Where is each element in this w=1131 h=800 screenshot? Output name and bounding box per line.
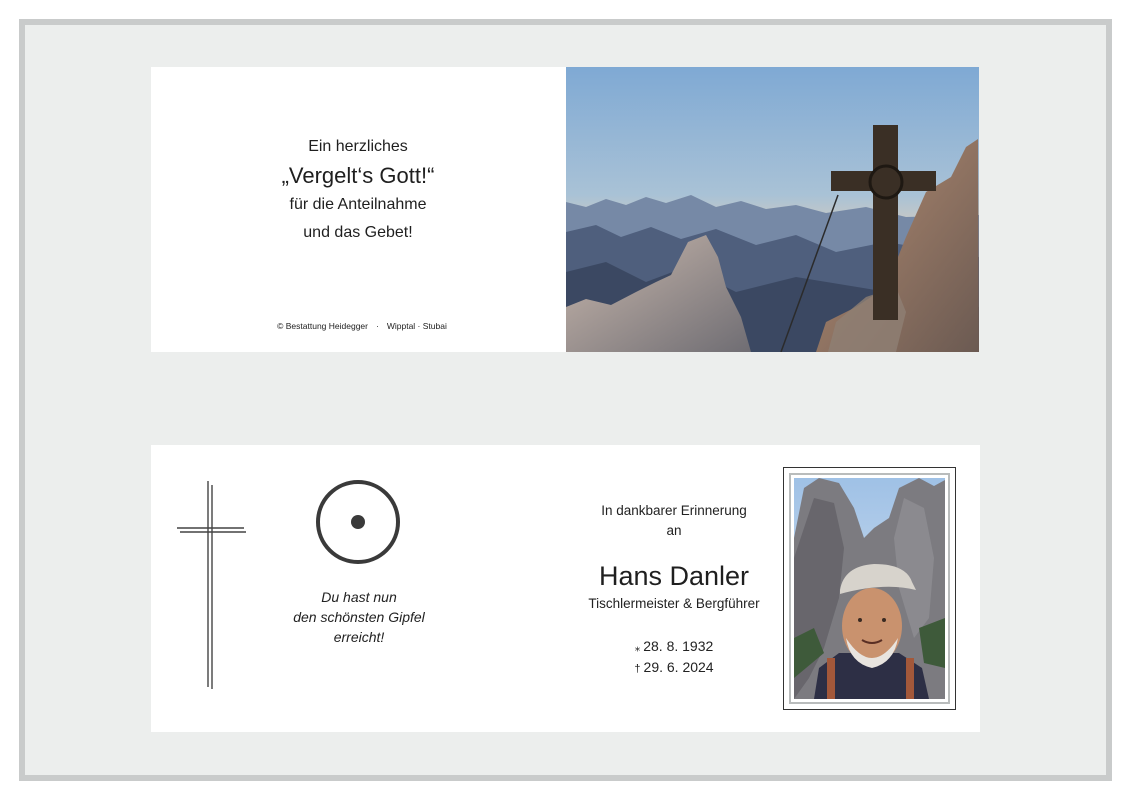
copyright-text: © Bestattung Heidegger bbox=[277, 321, 368, 331]
thanks-line-1: Ein herzliches bbox=[308, 138, 408, 155]
cross-icon bbox=[177, 479, 247, 696]
quote-line-3: erreicht! bbox=[333, 629, 385, 645]
region-text: Wipptal · Stubai bbox=[386, 321, 447, 331]
death-date-line: † 29. 6. 2024 bbox=[571, 658, 777, 679]
birth-symbol: ⁎ bbox=[634, 642, 641, 654]
memorial-quote: Du hast nun den schönsten Gipfel erreich… bbox=[259, 587, 459, 647]
birth-date-line: ⁎ 28. 8. 1932 bbox=[571, 637, 777, 658]
quote-line-1: Du hast nun bbox=[321, 589, 397, 605]
portrait-frame bbox=[783, 467, 956, 710]
separator-dot: · bbox=[376, 321, 379, 331]
birth-date: 28. 8. 1932 bbox=[643, 638, 714, 654]
summit-cross-photo bbox=[566, 67, 979, 352]
memorial-text: In dankbarer Erinnerung an Hans Danler T… bbox=[571, 501, 777, 679]
intro-line-1: In dankbarer Erinnerung bbox=[601, 503, 747, 518]
thank-you-card: Ein herzliches „Vergelt‘s Gott!“ für die… bbox=[151, 67, 979, 352]
thanks-line-2: „Vergelt‘s Gott!“ bbox=[281, 163, 435, 188]
portrait-photo bbox=[794, 478, 945, 704]
thank-you-text: Ein herzliches „Vergelt‘s Gott!“ für die… bbox=[151, 133, 565, 247]
memorial-card: Du hast nun den schönsten Gipfel erreich… bbox=[151, 445, 980, 732]
quote-line-2: den schönsten Gipfel bbox=[293, 609, 425, 625]
thanks-line-4: und das Gebet! bbox=[303, 224, 413, 241]
thanks-line-3: für die Anteilnahme bbox=[289, 196, 427, 213]
copyright-line: © Bestattung Heidegger · Wipptal · Stubai bbox=[151, 321, 573, 331]
death-date: 29. 6. 2024 bbox=[643, 659, 714, 675]
deceased-name: Hans Danler bbox=[598, 561, 750, 591]
life-dates: ⁎ 28. 8. 1932 † 29. 6. 2024 bbox=[571, 637, 777, 679]
intro-line-2: an bbox=[666, 523, 682, 538]
portrait-mat bbox=[789, 473, 950, 704]
profession: Tischlermeister & Bergführer bbox=[588, 596, 760, 611]
circle-dot-icon bbox=[315, 479, 403, 572]
death-symbol: † bbox=[634, 663, 641, 675]
